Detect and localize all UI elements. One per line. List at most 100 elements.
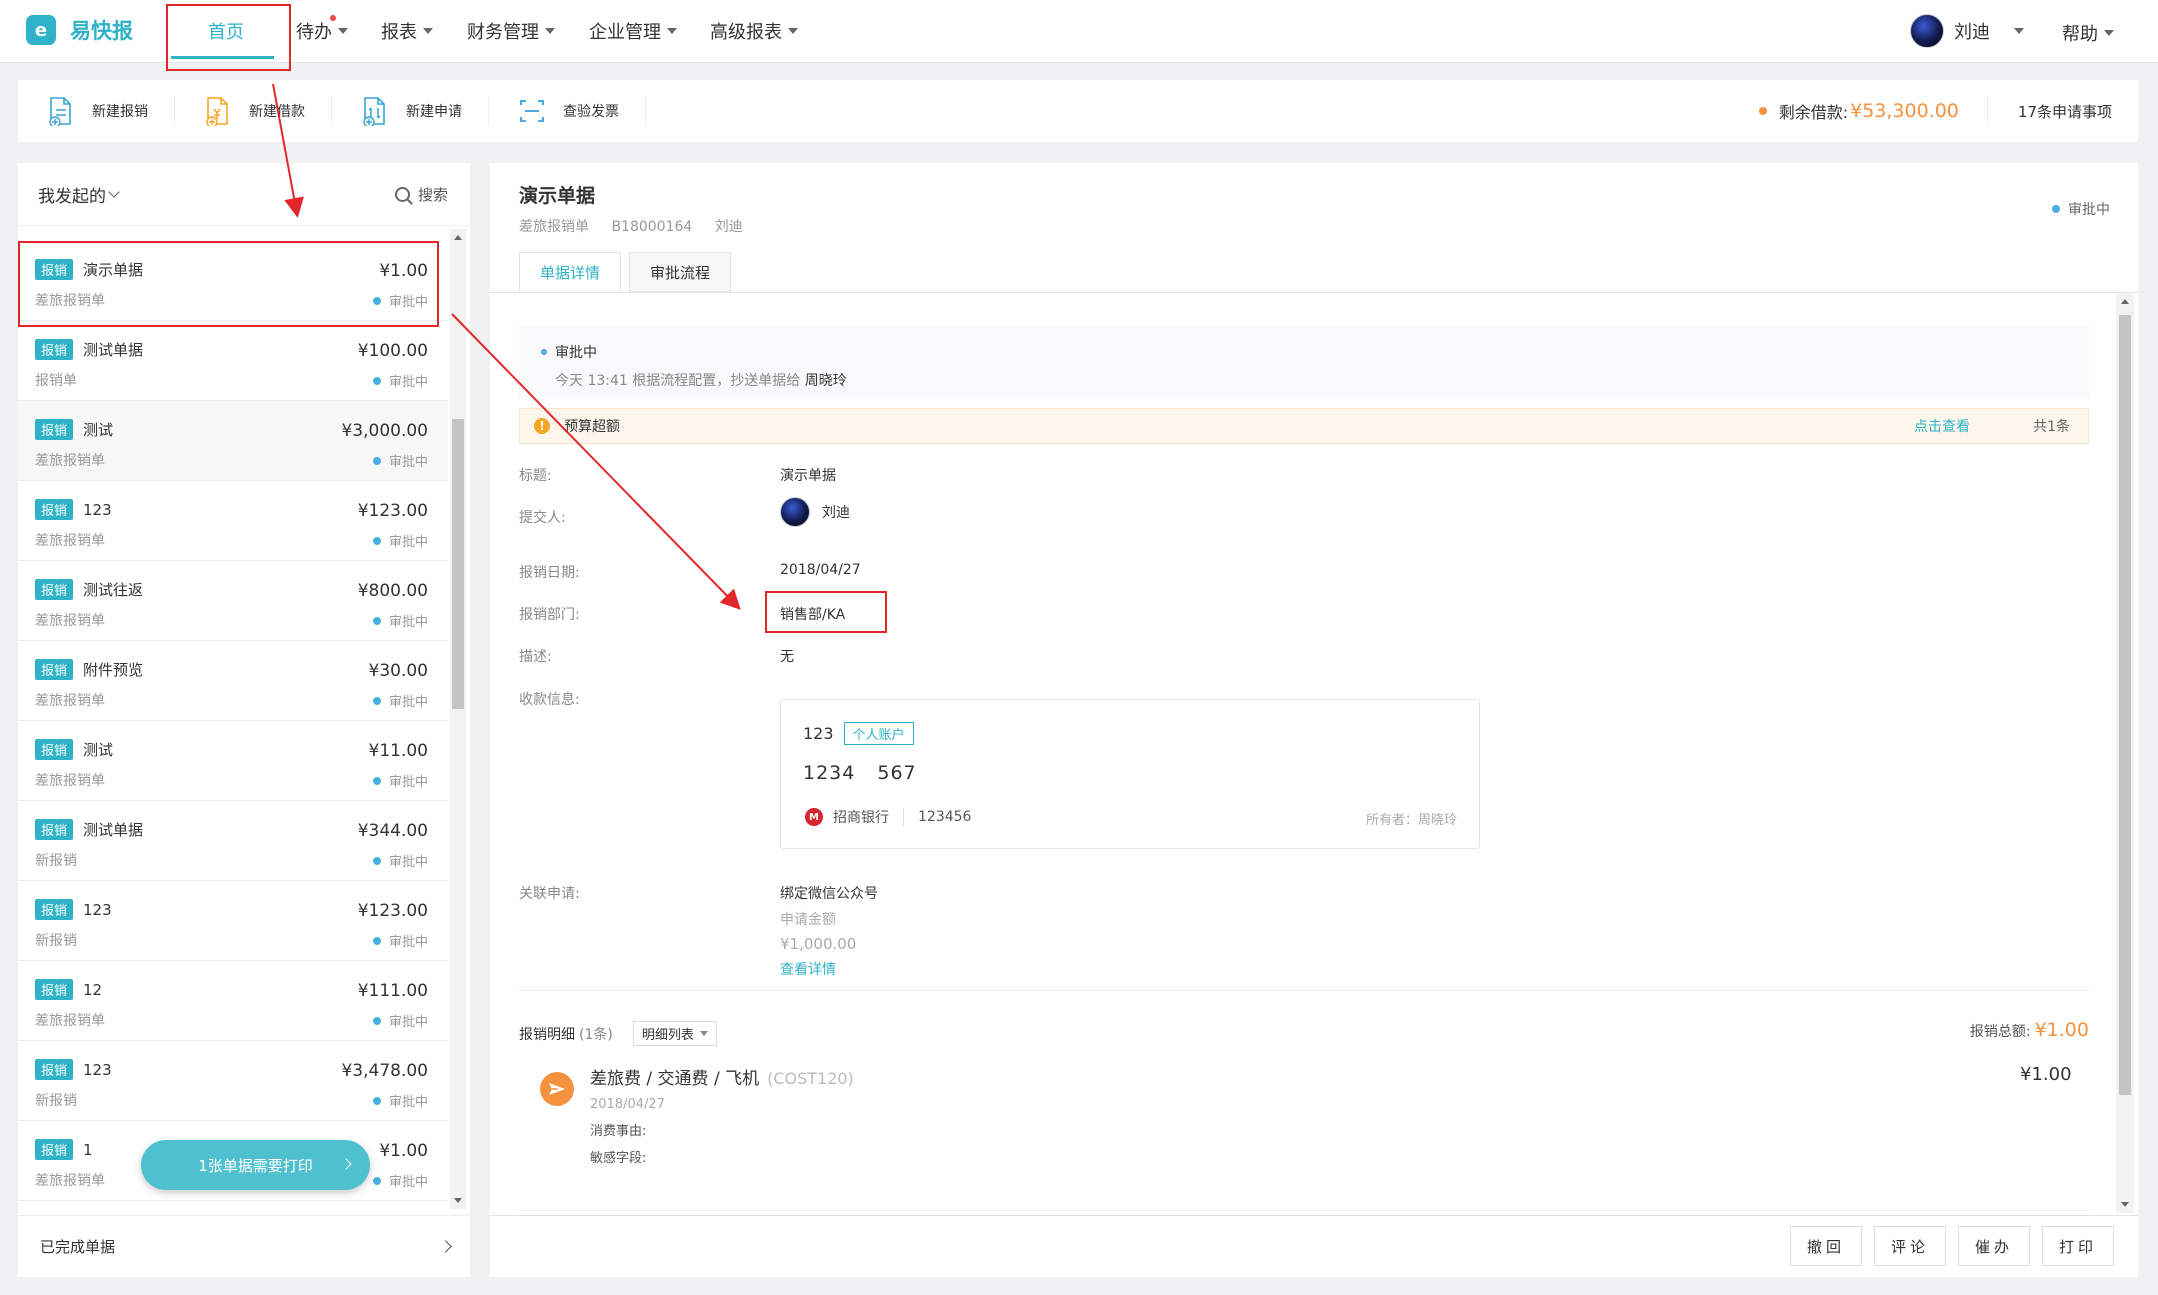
user-name: 刘迪 (1954, 22, 1990, 43)
list-item-status-text: 审批中 (388, 455, 428, 470)
list-item[interactable]: 报销 测试 ¥11.00 差旅报销单 审批中 (18, 721, 448, 801)
list-item-status-text: 审批中 (388, 375, 428, 390)
caret-down-icon (667, 28, 677, 34)
list-filter-dropdown[interactable]: 我发起的 (38, 182, 120, 207)
tab-document-detail[interactable]: 单据详情 (519, 252, 622, 292)
help-label: 帮助 (2062, 24, 2098, 45)
scrollbar-thumb[interactable] (2119, 315, 2131, 1095)
nav-reports-label: 报表 (381, 22, 417, 43)
list-item-type: 差旅报销单 (35, 293, 105, 309)
print-pending-button[interactable]: 1张单据需要打印 (141, 1140, 370, 1190)
list-header: 我发起的 搜索 (18, 163, 470, 226)
account-number: 1234 567 (803, 762, 939, 784)
expense-code: (COST120) (767, 1069, 854, 1088)
withdraw-button[interactable]: 撤回 (1790, 1226, 1862, 1266)
flow-note: 今天 13:41 根据流程配置，抄送单据给 (555, 373, 801, 389)
expense-tag: 报销 (35, 659, 74, 680)
detail-scrollbar[interactable] (2116, 293, 2134, 1213)
list-item[interactable]: 报销 测试单据 ¥344.00 新报销 审批中 (18, 801, 448, 881)
caret-down-icon (423, 28, 433, 34)
list-item-status: 审批中 (372, 371, 428, 390)
user-menu[interactable]: 刘迪 (1910, 14, 2024, 48)
list-item-amount: ¥3,000.00 (341, 421, 428, 441)
status-dot (372, 696, 381, 705)
caret-down-icon (2014, 28, 2024, 34)
status-dot (372, 776, 381, 785)
scroll-down-icon[interactable] (454, 1198, 462, 1203)
loan-balance[interactable]: 剩余借款: ¥53,300.00 (1758, 96, 1988, 126)
search-button[interactable]: 搜索 (394, 184, 448, 205)
list-item-amount: ¥11.00 (368, 741, 428, 761)
print-button[interactable]: 打印 (2042, 1226, 2114, 1266)
new-application-label: 新建申请 (406, 104, 462, 120)
nav-active-indicator (171, 56, 274, 59)
nav-todo[interactable]: 待办 (296, 18, 348, 44)
nav-enterprise-label: 企业管理 (589, 22, 661, 43)
new-loan-button[interactable]: 新建借款 (175, 96, 332, 128)
department-label: 报销部门: (519, 607, 580, 623)
nav-reports[interactable]: 报表 (381, 18, 433, 44)
caret-down-icon (338, 28, 348, 34)
list-item-title: 1 (83, 1140, 93, 1159)
loan-icon (205, 96, 231, 128)
new-expense-button[interactable]: 新建报销 (18, 96, 175, 128)
bank-logo-icon: M (805, 808, 823, 826)
scroll-up-icon[interactable] (2121, 299, 2129, 304)
list-item-status: 审批中 (372, 931, 428, 950)
expense-category: 差旅费 / 交通费 / 飞机 (590, 1069, 760, 1089)
logo[interactable]: e 易快报 (26, 15, 133, 45)
bank-name: 招商银行 (833, 810, 889, 826)
nav-enterprise[interactable]: 企业管理 (589, 18, 677, 44)
list-item-title: 演示单据 (83, 261, 144, 279)
help-menu[interactable]: 帮助 (2062, 20, 2114, 46)
chevron-down-icon (108, 186, 120, 198)
nav-advanced-reports[interactable]: 高级报表 (710, 18, 798, 44)
request-count-link[interactable]: 17条申请事项 (1988, 101, 2138, 122)
document-meta: 差旅报销单 B18000164 刘迪 (519, 216, 761, 236)
divider (903, 808, 904, 826)
bank-branch: 123456 (918, 809, 972, 825)
urge-button[interactable]: 催办 (1958, 1226, 2030, 1266)
tab-approval-flow[interactable]: 审批流程 (629, 252, 732, 292)
view-mode-select[interactable]: 明细列表 (632, 1021, 717, 1046)
list-item[interactable]: 报销 测试往返 ¥800.00 差旅报销单 审批中 (18, 561, 448, 641)
list-scrollbar[interactable] (450, 229, 466, 1209)
list-item[interactable]: 报销 123 ¥123.00 新报销 审批中 (18, 881, 448, 961)
list-item[interactable]: 报销 12 ¥111.00 差旅报销单 审批中 (18, 961, 448, 1041)
view-budget-link[interactable]: 点击查看 (1914, 416, 1970, 436)
nav-home[interactable]: 首页 (208, 18, 244, 44)
scroll-down-icon[interactable] (2121, 1202, 2129, 1207)
list-item[interactable]: 报销 测试单据 ¥100.00 报销单 审批中 (18, 321, 448, 401)
nav-finance[interactable]: 财务管理 (467, 18, 555, 44)
list-item-type: 差旅报销单 (35, 1013, 105, 1029)
list-item[interactable]: 报销 123 ¥123.00 差旅报销单 审批中 (18, 481, 448, 561)
list-item[interactable]: 报销 附件预览 ¥30.00 差旅报销单 审批中 (18, 641, 448, 721)
new-application-button[interactable]: 新建申请 (332, 96, 489, 128)
verify-invoice-button[interactable]: 查验发票 (489, 96, 646, 126)
view-linked-details-link[interactable]: 查看详情 (780, 959, 878, 979)
list-item[interactable]: 报销 123 ¥3,478.00 新报销 审批中 (18, 1041, 448, 1121)
comment-button[interactable]: 评论 (1874, 1226, 1946, 1266)
list-item[interactable]: 报销 演示单据 ¥1.00 差旅报销单 审批中 (18, 241, 448, 321)
total-amount: ¥1.00 (2034, 1019, 2089, 1041)
list-item-status: 审批中 (372, 611, 428, 630)
list-item[interactable]: 报销 测试 ¥3,000.00 差旅报销单 审批中 (18, 401, 448, 481)
balance-dot (1758, 107, 1767, 115)
expense-tag: 报销 (35, 1059, 74, 1080)
scrollbar-thumb[interactable] (452, 419, 464, 709)
completed-documents-link[interactable]: 已完成单据 (18, 1215, 470, 1277)
expense-tag: 报销 (35, 339, 74, 360)
list-item-status-text: 审批中 (388, 1095, 428, 1110)
scroll-up-icon[interactable] (454, 235, 462, 240)
expense-tag: 报销 (35, 899, 74, 920)
list-item-type: 差旅报销单 (35, 773, 105, 789)
list-item-amount: ¥344.00 (357, 821, 428, 841)
expense-tag: 报销 (35, 819, 74, 840)
nav-home-label: 首页 (208, 22, 244, 43)
list-item-status-text: 审批中 (388, 615, 428, 630)
status-dot (372, 296, 381, 305)
list-item-status-text: 审批中 (388, 695, 428, 710)
balance-label: 剩余借款: (1778, 103, 1849, 122)
print-pending-label: 1张单据需要打印 (198, 1156, 313, 1175)
approval-status-box: 审批中 今天 13:41 根据流程配置，抄送单据给 周晓玲 (519, 326, 2089, 398)
